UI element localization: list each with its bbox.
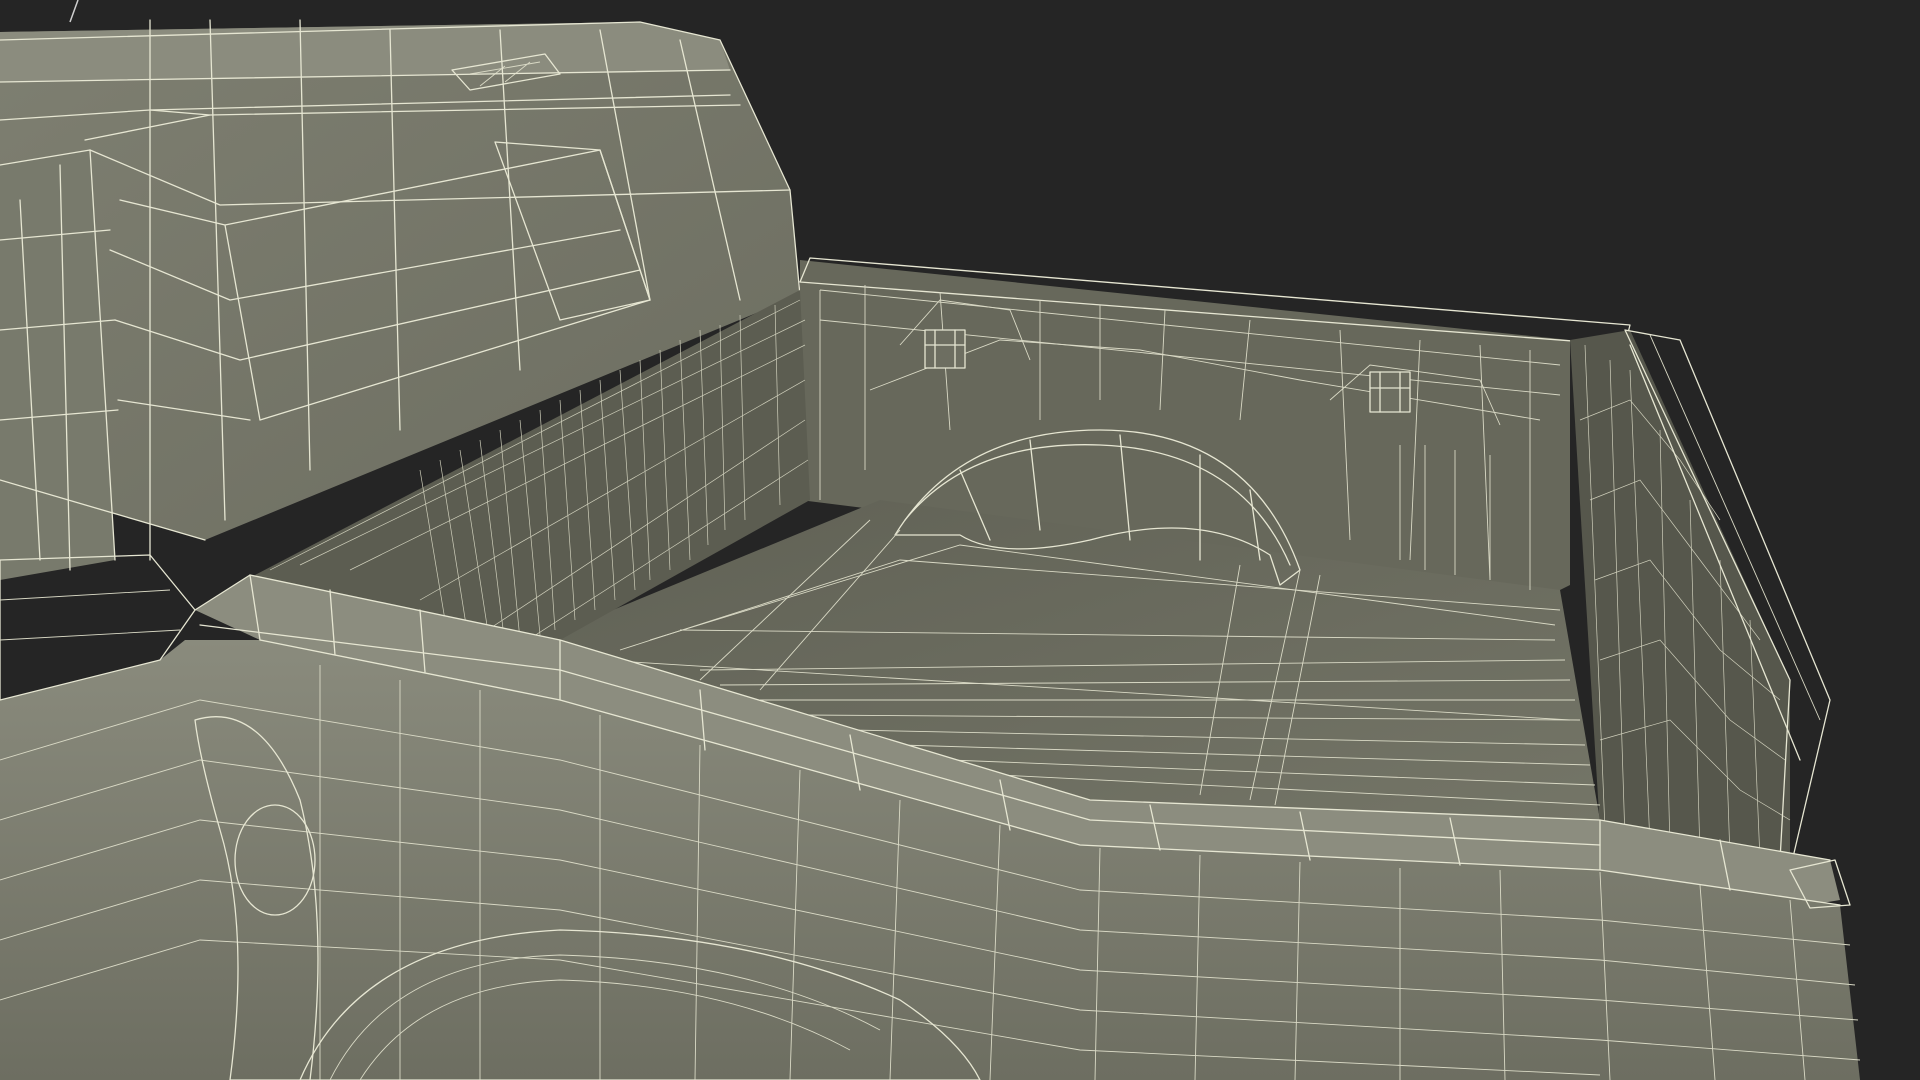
wireframe-render	[0, 0, 1920, 1080]
tie-down-right	[1369, 371, 1411, 413]
3d-viewport[interactable]	[0, 0, 1920, 1080]
tie-down-left	[924, 329, 966, 369]
